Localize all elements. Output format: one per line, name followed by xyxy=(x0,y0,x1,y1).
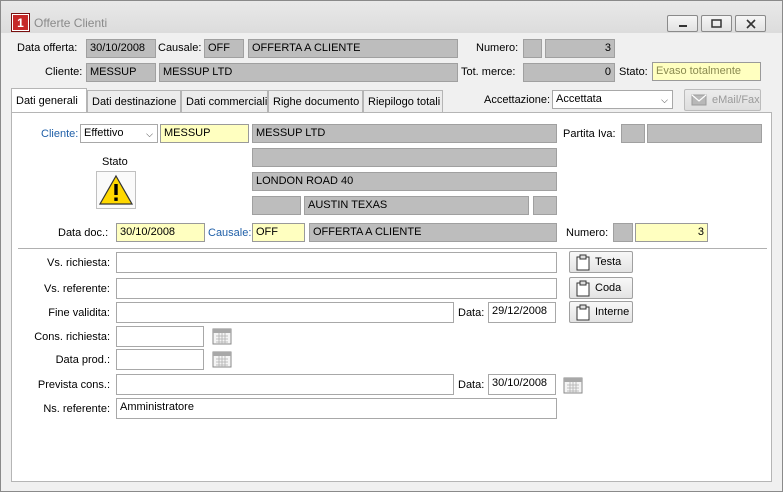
testa-button[interactable]: Testa xyxy=(569,251,633,273)
causale-code-field[interactable]: OFF xyxy=(204,39,244,58)
address-line2-field[interactable] xyxy=(252,148,557,167)
fine-validita-field[interactable] xyxy=(116,302,454,323)
data-prod-label: Data prod.: xyxy=(55,354,110,366)
panel-causale-code-field[interactable]: OFF xyxy=(252,223,305,242)
tab-riepilogo-totali[interactable]: Riepilogo totali xyxy=(363,90,443,112)
mail-icon xyxy=(691,94,707,106)
causale-label: Causale: xyxy=(158,42,202,54)
causale-desc-field[interactable]: OFFERTA A CLIENTE xyxy=(248,39,458,58)
chevron-down-icon: ⌵ xyxy=(661,95,668,105)
maximize-icon xyxy=(711,19,722,28)
fine-validita-label: Fine validita: xyxy=(48,307,110,319)
minimize-button[interactable] xyxy=(667,15,698,32)
data-prod-field[interactable] xyxy=(116,349,204,370)
partita-iva-field[interactable] xyxy=(647,124,762,143)
calendar-icon[interactable] xyxy=(212,349,232,368)
panel-numero-prefix-field[interactable] xyxy=(613,223,633,242)
calendar-icon[interactable] xyxy=(563,375,583,394)
stato-field: Evaso totalmente xyxy=(652,62,761,81)
cons-richiesta-label: Cons. richiesta: xyxy=(34,331,110,343)
panel-cliente-label[interactable]: Cliente: xyxy=(41,128,78,140)
tab-dati-generali[interactable]: Dati generali xyxy=(11,88,87,112)
coda-button[interactable]: Coda xyxy=(569,277,633,299)
panel-numero-label: Numero: xyxy=(566,227,609,239)
panel-stato-label: Stato xyxy=(102,156,128,168)
cliente-label: Cliente: xyxy=(45,66,83,78)
address-field[interactable]: LONDON ROAD 40 xyxy=(252,172,557,191)
email-fax-button[interactable]: eMail/Fax xyxy=(684,89,761,111)
stato-indicator xyxy=(96,171,136,209)
panel-cliente-name-field[interactable]: MESSUP LTD xyxy=(252,124,557,143)
calendar-icon[interactable] xyxy=(212,326,232,345)
app-icon: 1 xyxy=(11,13,30,32)
vs-richiesta-field[interactable] xyxy=(116,252,557,273)
prevista-cons-data-field[interactable]: 30/10/2008 xyxy=(488,374,556,395)
prevista-cons-field[interactable] xyxy=(116,374,454,395)
tab-dati-commerciali[interactable]: Dati commerciali xyxy=(181,90,268,112)
vs-referente-field[interactable] xyxy=(116,278,557,299)
minimize-icon xyxy=(678,24,687,27)
window-title: Offerte Clienti xyxy=(34,16,108,30)
partita-iva-label: Partita Iva: xyxy=(563,128,616,140)
city-field[interactable]: AUSTIN TEXAS xyxy=(304,196,529,215)
cliente-type-value: Effettivo xyxy=(84,127,124,139)
cons-richiesta-field[interactable] xyxy=(116,326,204,347)
divider xyxy=(18,248,767,249)
cliente-code-field[interactable]: MESSUP xyxy=(86,63,156,82)
vs-referente-label: Vs. referente: xyxy=(43,283,110,295)
partita-iva-prefix-field[interactable] xyxy=(621,124,645,143)
accettazione-select[interactable]: Accettata ⌵ xyxy=(552,90,673,109)
fine-validita-data-field[interactable]: 29/12/2008 xyxy=(488,302,556,323)
title-bar[interactable]: 1 Offerte Clienti xyxy=(1,1,782,33)
clipboard-icon xyxy=(576,254,590,270)
coda-label: Coda xyxy=(595,282,622,294)
cliente-type-select[interactable]: Effettivo ⌵ xyxy=(80,124,158,143)
stato-label: Stato: xyxy=(619,66,648,78)
fine-validita-data-label: Data: xyxy=(458,307,485,319)
cliente-name-field[interactable]: MESSUP LTD xyxy=(159,63,458,82)
data-offerta-label: Data offerta: xyxy=(17,42,78,54)
maximize-button[interactable] xyxy=(701,15,732,32)
prevista-cons-data-label: Data: xyxy=(458,379,485,391)
tab-righe-documento[interactable]: Righe documento xyxy=(268,90,363,112)
tot-merce-label: Tot. merce: xyxy=(461,66,516,78)
chevron-down-icon: ⌵ xyxy=(146,129,153,139)
ns-referente-field[interactable]: Amministratore xyxy=(116,398,557,419)
data-doc-label: Data doc.: xyxy=(58,227,109,239)
interne-label: Interne xyxy=(595,306,630,318)
prevista-cons-label: Prevista cons.: xyxy=(37,379,110,391)
prov-field[interactable] xyxy=(533,196,557,215)
email-fax-label: eMail/Fax xyxy=(712,94,760,106)
panel-cliente-code-field[interactable]: MESSUP xyxy=(160,124,249,143)
close-icon xyxy=(745,18,756,29)
cap-field[interactable] xyxy=(252,196,301,215)
data-offerta-field[interactable]: 30/10/2008 xyxy=(86,39,156,58)
interne-button[interactable]: Interne xyxy=(569,301,633,323)
ns-referente-label: Ns. referente: xyxy=(43,403,110,415)
clipboard-icon xyxy=(576,304,590,320)
accettazione-label: Accettazione: xyxy=(484,94,551,106)
numero-field[interactable]: 3 xyxy=(545,39,615,58)
testa-label: Testa xyxy=(595,256,622,268)
data-doc-field[interactable]: 30/10/2008 xyxy=(116,223,205,242)
panel-causale-desc-field[interactable]: OFFERTA A CLIENTE xyxy=(309,223,557,242)
warning-icon xyxy=(98,174,134,205)
tot-merce-field[interactable]: 0 xyxy=(523,63,615,82)
numero-label: Numero: xyxy=(476,42,519,54)
dati-generali-panel: Cliente: Effettivo ⌵ MESSUP MESSUP LTD L… xyxy=(11,112,772,482)
panel-numero-field[interactable]: 3 xyxy=(635,223,708,242)
close-button[interactable] xyxy=(735,15,766,32)
vs-richiesta-label: Vs. richiesta: xyxy=(47,257,110,269)
panel-causale-label[interactable]: Causale: xyxy=(208,227,251,239)
clipboard-icon xyxy=(576,280,590,296)
tab-dati-destinazione[interactable]: Dati destinazione xyxy=(87,90,181,112)
numero-prefix-field[interactable] xyxy=(523,39,542,58)
offerte-clienti-window: 1 Offerte Clienti Data offerta: 30/10/20… xyxy=(0,0,783,492)
accettazione-value: Accettata xyxy=(556,93,602,105)
